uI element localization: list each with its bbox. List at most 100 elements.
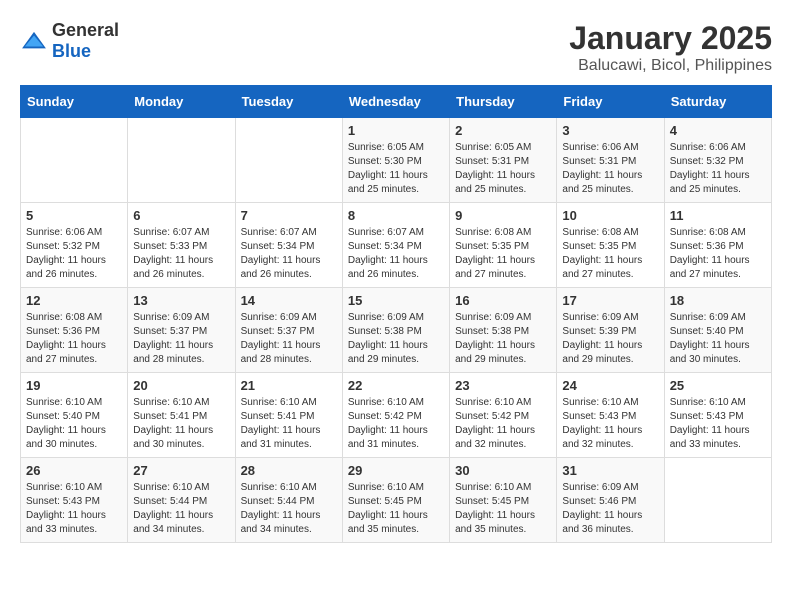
cell-content: Sunrise: 6:10 AM Sunset: 5:43 PM Dayligh… — [670, 396, 766, 452]
cell-content: Sunrise: 6:10 AM Sunset: 5:44 PM Dayligh… — [241, 481, 337, 537]
calendar-cell: 7Sunrise: 6:07 AM Sunset: 5:34 PM Daylig… — [235, 203, 342, 288]
cell-content: Sunrise: 6:10 AM Sunset: 5:44 PM Dayligh… — [133, 481, 229, 537]
calendar-cell: 19 Sunrise: 6:10 AM Sunset: 5:40 PM Dayli… — [21, 373, 128, 458]
cell-content: Sunrise: 6:09 AM Sunset: 5:38 PM Dayligh… — [455, 311, 551, 367]
calendar-cell: 31 Sunrise: 6:09 AM Sunset: 5:46 PM Dayli… — [557, 458, 664, 543]
day-number: 5 — [26, 208, 122, 223]
calendar-cell: 25 Sunrise: 6:10 AM Sunset: 5:43 PM Dayli… — [664, 373, 771, 458]
day-number: 6 — [133, 208, 229, 223]
cell-content: Sunrise: 6:09 AM Sunset: 5:37 PM Dayligh… — [241, 311, 337, 367]
cell-content: Sunrise: 6:09 AM Sunset: 5:37 PM Dayligh… — [133, 311, 229, 367]
day-number: 11 — [670, 208, 766, 223]
day-number: 25 — [670, 378, 766, 393]
day-number: 19 — [26, 378, 122, 393]
calendar-cell: 22 Sunrise: 6:10 AM Sunset: 5:42 PM Dayli… — [342, 373, 449, 458]
calendar-title: January 2025 — [569, 20, 772, 57]
cell-content: Sunrise: 6:06 AM Sunset: 5:32 PM Dayligh… — [26, 226, 122, 282]
calendar-cell: 8 Sunrise: 6:07 AM Sunset: 5:34 PM Daylig… — [342, 203, 449, 288]
weekday-header-friday: Friday — [557, 86, 664, 118]
calendar-cell: 21 Sunrise: 6:10 AM Sunset: 5:41 PM Dayli… — [235, 373, 342, 458]
cell-content: Sunrise: 6:10 AM Sunset: 5:45 PM Dayligh… — [348, 481, 444, 537]
calendar-cell: 17 Sunrise: 6:09 AM Sunset: 5:39 PM Dayli… — [557, 288, 664, 373]
calendar-cell: 16 Sunrise: 6:09 AM Sunset: 5:38 PM Dayli… — [450, 288, 557, 373]
day-number: 16 — [455, 293, 551, 308]
week-row-1: 1 Sunrise: 6:05 AM Sunset: 5:30 PM Daylig… — [21, 118, 772, 203]
weekday-header-tuesday: Tuesday — [235, 86, 342, 118]
day-number: 26 — [26, 463, 122, 478]
day-number: 13 — [133, 293, 229, 308]
day-number: 8 — [348, 208, 444, 223]
day-number: 29 — [348, 463, 444, 478]
cell-content: Sunrise: 6:06 AM Sunset: 5:32 PM Dayligh… — [670, 141, 766, 197]
week-row-3: 12 Sunrise: 6:08 AM Sunset: 5:36 PM Dayli… — [21, 288, 772, 373]
calendar-cell: 28 Sunrise: 6:10 AM Sunset: 5:44 PM Dayli… — [235, 458, 342, 543]
cell-content: Sunrise: 6:10 AM Sunset: 5:42 PM Dayligh… — [348, 396, 444, 452]
cell-content: Sunrise: 6:10 AM Sunset: 5:43 PM Dayligh… — [26, 481, 122, 537]
cell-content: Sunrise: 6:09 AM Sunset: 5:46 PM Dayligh… — [562, 481, 658, 537]
calendar-cell: 9Sunrise: 6:08 AM Sunset: 5:35 PM Daylig… — [450, 203, 557, 288]
day-number: 10 — [562, 208, 658, 223]
calendar-cell: 30 Sunrise: 6:10 AM Sunset: 5:45 PM Dayli… — [450, 458, 557, 543]
calendar-cell — [664, 458, 771, 543]
weekday-header-wednesday: Wednesday — [342, 86, 449, 118]
logo-blue-text: Blue — [52, 41, 91, 61]
calendar-cell — [21, 118, 128, 203]
cell-content: Sunrise: 6:09 AM Sunset: 5:39 PM Dayligh… — [562, 311, 658, 367]
day-number: 21 — [241, 378, 337, 393]
calendar-cell: 1 Sunrise: 6:05 AM Sunset: 5:30 PM Daylig… — [342, 118, 449, 203]
day-number: 4 — [670, 123, 766, 138]
calendar-cell: 3 Sunrise: 6:06 AM Sunset: 5:31 PM Daylig… — [557, 118, 664, 203]
calendar-cell: 27Sunrise: 6:10 AM Sunset: 5:44 PM Dayli… — [128, 458, 235, 543]
cell-content: Sunrise: 6:10 AM Sunset: 5:45 PM Dayligh… — [455, 481, 551, 537]
day-number: 2 — [455, 123, 551, 138]
day-number: 18 — [670, 293, 766, 308]
day-number: 17 — [562, 293, 658, 308]
day-number: 28 — [241, 463, 337, 478]
day-number: 3 — [562, 123, 658, 138]
cell-content: Sunrise: 6:07 AM Sunset: 5:33 PM Dayligh… — [133, 226, 229, 282]
cell-content: Sunrise: 6:10 AM Sunset: 5:40 PM Dayligh… — [26, 396, 122, 452]
day-number: 12 — [26, 293, 122, 308]
weekday-header-sunday: Sunday — [21, 86, 128, 118]
week-row-5: 26 Sunrise: 6:10 AM Sunset: 5:43 PM Dayli… — [21, 458, 772, 543]
calendar-cell: 2 Sunrise: 6:05 AM Sunset: 5:31 PM Daylig… — [450, 118, 557, 203]
calendar-cell — [128, 118, 235, 203]
cell-content: Sunrise: 6:10 AM Sunset: 5:41 PM Dayligh… — [241, 396, 337, 452]
day-number: 1 — [348, 123, 444, 138]
day-number: 15 — [348, 293, 444, 308]
cell-content: Sunrise: 6:10 AM Sunset: 5:41 PM Dayligh… — [133, 396, 229, 452]
day-number: 14 — [241, 293, 337, 308]
cell-content: Sunrise: 6:05 AM Sunset: 5:30 PM Dayligh… — [348, 141, 444, 197]
weekday-header-thursday: Thursday — [450, 86, 557, 118]
calendar-subtitle: Balucawi, Bicol, Philippines — [569, 57, 772, 75]
week-row-2: 5 Sunrise: 6:06 AM Sunset: 5:32 PM Daylig… — [21, 203, 772, 288]
day-number: 30 — [455, 463, 551, 478]
day-number: 22 — [348, 378, 444, 393]
calendar-cell: 11 Sunrise: 6:08 AM Sunset: 5:36 PM Dayli… — [664, 203, 771, 288]
calendar-table: SundayMondayTuesdayWednesdayThursdayFrid… — [20, 85, 772, 543]
day-number: 31 — [562, 463, 658, 478]
calendar-cell: 24Sunrise: 6:10 AM Sunset: 5:43 PM Dayli… — [557, 373, 664, 458]
calendar-cell: 20Sunrise: 6:10 AM Sunset: 5:41 PM Dayli… — [128, 373, 235, 458]
cell-content: Sunrise: 6:10 AM Sunset: 5:42 PM Dayligh… — [455, 396, 551, 452]
calendar-cell — [235, 118, 342, 203]
calendar-cell: 23 Sunrise: 6:10 AM Sunset: 5:42 PM Dayli… — [450, 373, 557, 458]
day-number: 23 — [455, 378, 551, 393]
calendar-cell: 6 Sunrise: 6:07 AM Sunset: 5:33 PM Daylig… — [128, 203, 235, 288]
cell-content: Sunrise: 6:08 AM Sunset: 5:36 PM Dayligh… — [670, 226, 766, 282]
logo: General Blue — [20, 20, 119, 62]
page-header: General Blue January 2025 Balucawi, Bico… — [20, 20, 772, 75]
cell-content: Sunrise: 6:10 AM Sunset: 5:43 PM Dayligh… — [562, 396, 658, 452]
weekday-header-saturday: Saturday — [664, 86, 771, 118]
day-number: 9 — [455, 208, 551, 223]
weekday-header-monday: Monday — [128, 86, 235, 118]
cell-content: Sunrise: 6:07 AM Sunset: 5:34 PM Dayligh… — [348, 226, 444, 282]
cell-content: Sunrise: 6:07 AM Sunset: 5:34 PM Dayligh… — [241, 226, 337, 282]
cell-content: Sunrise: 6:06 AM Sunset: 5:31 PM Dayligh… — [562, 141, 658, 197]
cell-content: Sunrise: 6:08 AM Sunset: 5:35 PM Dayligh… — [562, 226, 658, 282]
calendar-cell: 26 Sunrise: 6:10 AM Sunset: 5:43 PM Dayli… — [21, 458, 128, 543]
cell-content: Sunrise: 6:08 AM Sunset: 5:36 PM Dayligh… — [26, 311, 122, 367]
calendar-cell: 4 Sunrise: 6:06 AM Sunset: 5:32 PM Daylig… — [664, 118, 771, 203]
calendar-cell: 13 Sunrise: 6:09 AM Sunset: 5:37 PM Dayli… — [128, 288, 235, 373]
cell-content: Sunrise: 6:05 AM Sunset: 5:31 PM Dayligh… — [455, 141, 551, 197]
